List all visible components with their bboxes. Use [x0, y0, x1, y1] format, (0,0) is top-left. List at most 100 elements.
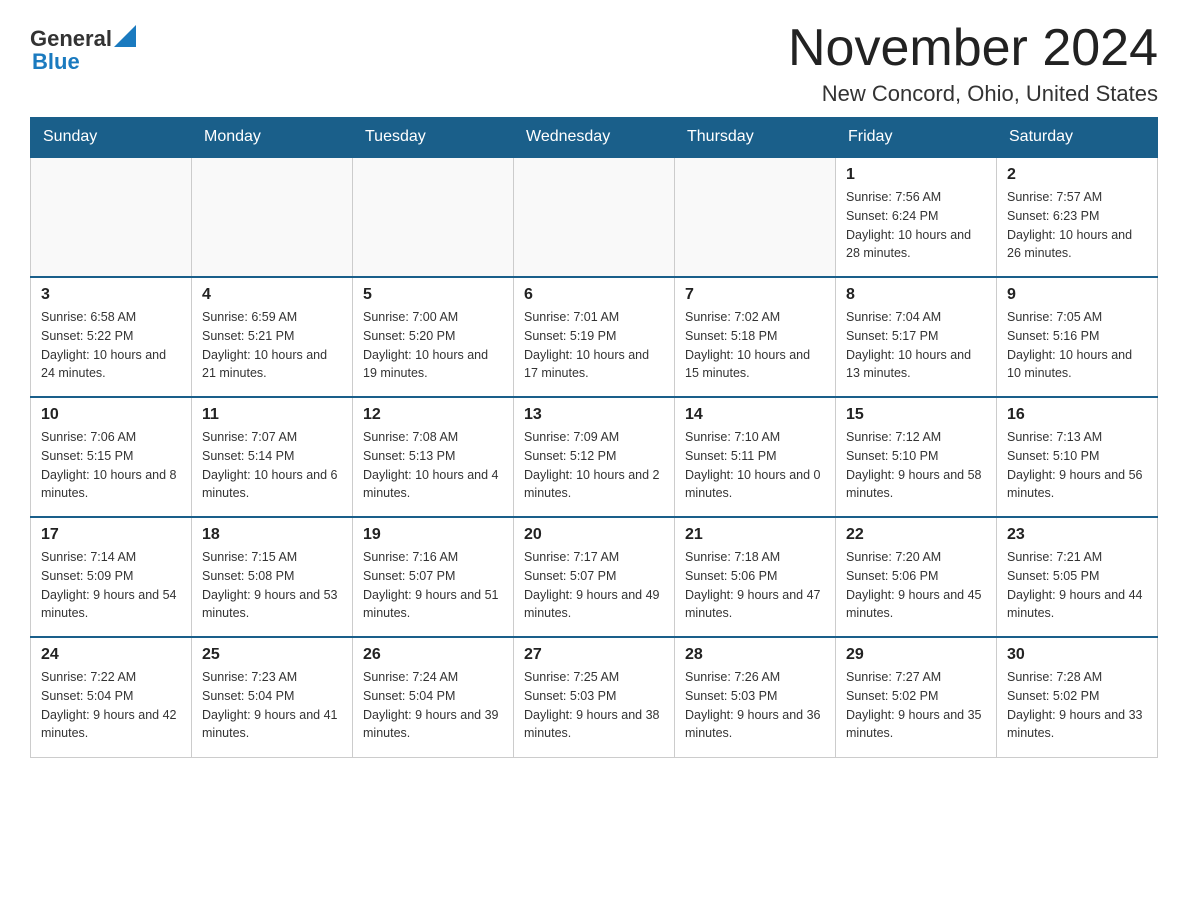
calendar-cell: 3 Sunrise: 6:58 AMSunset: 5:22 PMDaylight… — [31, 277, 192, 397]
day-info: Sunrise: 7:26 AMSunset: 5:03 PMDaylight:… — [685, 668, 825, 743]
day-number: 17 — [41, 526, 181, 544]
calendar-cell: 23 Sunrise: 7:21 AMSunset: 5:05 PMDayligh… — [997, 517, 1158, 637]
day-number: 27 — [524, 646, 664, 664]
day-number: 14 — [685, 406, 825, 424]
calendar-cell: 11 Sunrise: 7:07 AMSunset: 5:14 PMDayligh… — [192, 397, 353, 517]
day-number: 26 — [363, 646, 503, 664]
day-info: Sunrise: 7:21 AMSunset: 5:05 PMDaylight:… — [1007, 548, 1147, 623]
calendar-cell: 22 Sunrise: 7:20 AMSunset: 5:06 PMDayligh… — [836, 517, 997, 637]
day-info: Sunrise: 7:18 AMSunset: 5:06 PMDaylight:… — [685, 548, 825, 623]
day-info: Sunrise: 7:20 AMSunset: 5:06 PMDaylight:… — [846, 548, 986, 623]
calendar-header-row: SundayMondayTuesdayWednesdayThursdayFrid… — [31, 118, 1158, 158]
header-friday: Friday — [836, 118, 997, 158]
calendar-cell: 20 Sunrise: 7:17 AMSunset: 5:07 PMDayligh… — [514, 517, 675, 637]
day-number: 29 — [846, 646, 986, 664]
week-row-2: 3 Sunrise: 6:58 AMSunset: 5:22 PMDaylight… — [31, 277, 1158, 397]
calendar-cell: 24 Sunrise: 7:22 AMSunset: 5:04 PMDayligh… — [31, 637, 192, 757]
calendar-cell — [675, 157, 836, 277]
day-number: 22 — [846, 526, 986, 544]
day-number: 10 — [41, 406, 181, 424]
location-subtitle: New Concord, Ohio, United States — [788, 81, 1158, 107]
day-number: 20 — [524, 526, 664, 544]
day-info: Sunrise: 7:56 AMSunset: 6:24 PMDaylight:… — [846, 188, 986, 263]
week-row-1: 1 Sunrise: 7:56 AMSunset: 6:24 PMDaylight… — [31, 157, 1158, 277]
calendar-cell: 26 Sunrise: 7:24 AMSunset: 5:04 PMDayligh… — [353, 637, 514, 757]
day-number: 30 — [1007, 646, 1147, 664]
calendar-table: SundayMondayTuesdayWednesdayThursdayFrid… — [30, 117, 1158, 758]
day-number: 16 — [1007, 406, 1147, 424]
day-info: Sunrise: 7:24 AMSunset: 5:04 PMDaylight:… — [363, 668, 503, 743]
day-number: 3 — [41, 286, 181, 304]
day-number: 5 — [363, 286, 503, 304]
calendar-cell: 2Sunrise: 7:57 AMSunset: 6:23 PMDaylight… — [997, 157, 1158, 277]
calendar-cell — [353, 157, 514, 277]
calendar-cell: 28 Sunrise: 7:26 AMSunset: 5:03 PMDayligh… — [675, 637, 836, 757]
day-number: 7 — [685, 286, 825, 304]
week-row-5: 24 Sunrise: 7:22 AMSunset: 5:04 PMDayligh… — [31, 637, 1158, 757]
calendar-cell: 25Sunrise: 7:23 AMSunset: 5:04 PMDayligh… — [192, 637, 353, 757]
day-info: Sunrise: 7:15 AMSunset: 5:08 PMDaylight:… — [202, 548, 342, 623]
header-wednesday: Wednesday — [514, 118, 675, 158]
calendar-cell: 13Sunrise: 7:09 AMSunset: 5:12 PMDayligh… — [514, 397, 675, 517]
calendar-title: November 2024 — [788, 20, 1158, 77]
calendar-cell — [192, 157, 353, 277]
day-info: Sunrise: 7:08 AMSunset: 5:13 PMDaylight:… — [363, 428, 503, 503]
calendar-cell: 8 Sunrise: 7:04 AMSunset: 5:17 PMDaylight… — [836, 277, 997, 397]
day-number: 24 — [41, 646, 181, 664]
day-number: 23 — [1007, 526, 1147, 544]
logo-blue: Blue — [32, 49, 80, 75]
calendar-cell: 27Sunrise: 7:25 AMSunset: 5:03 PMDayligh… — [514, 637, 675, 757]
calendar-cell: 30 Sunrise: 7:28 AMSunset: 5:02 PMDayligh… — [997, 637, 1158, 757]
day-number: 8 — [846, 286, 986, 304]
logo: General Blue — [30, 20, 136, 75]
calendar-cell: 10Sunrise: 7:06 AMSunset: 5:15 PMDayligh… — [31, 397, 192, 517]
day-number: 15 — [846, 406, 986, 424]
calendar-cell: 7Sunrise: 7:02 AMSunset: 5:18 PMDaylight… — [675, 277, 836, 397]
calendar-cell: 21Sunrise: 7:18 AMSunset: 5:06 PMDayligh… — [675, 517, 836, 637]
day-info: Sunrise: 7:28 AMSunset: 5:02 PMDaylight:… — [1007, 668, 1147, 743]
calendar-cell: 4 Sunrise: 6:59 AMSunset: 5:21 PMDaylight… — [192, 277, 353, 397]
day-info: Sunrise: 7:27 AMSunset: 5:02 PMDaylight:… — [846, 668, 986, 743]
calendar-cell: 14 Sunrise: 7:10 AMSunset: 5:11 PMDayligh… — [675, 397, 836, 517]
day-number: 1 — [846, 166, 986, 184]
day-info: Sunrise: 7:23 AMSunset: 5:04 PMDaylight:… — [202, 668, 342, 743]
calendar-cell — [31, 157, 192, 277]
day-info: Sunrise: 7:10 AMSunset: 5:11 PMDaylight:… — [685, 428, 825, 503]
day-info: Sunrise: 7:05 AMSunset: 5:16 PMDaylight:… — [1007, 308, 1147, 383]
header-tuesday: Tuesday — [353, 118, 514, 158]
day-info: Sunrise: 7:07 AMSunset: 5:14 PMDaylight:… — [202, 428, 342, 503]
logo-triangle-icon — [114, 25, 136, 47]
day-info: Sunrise: 7:14 AMSunset: 5:09 PMDaylight:… — [41, 548, 181, 623]
day-number: 6 — [524, 286, 664, 304]
day-info: Sunrise: 7:12 AMSunset: 5:10 PMDaylight:… — [846, 428, 986, 503]
day-number: 4 — [202, 286, 342, 304]
calendar-cell: 6Sunrise: 7:01 AMSunset: 5:19 PMDaylight… — [514, 277, 675, 397]
day-info: Sunrise: 6:58 AMSunset: 5:22 PMDaylight:… — [41, 308, 181, 383]
day-info: Sunrise: 7:00 AMSunset: 5:20 PMDaylight:… — [363, 308, 503, 383]
header-sunday: Sunday — [31, 118, 192, 158]
calendar-cell: 17 Sunrise: 7:14 AMSunset: 5:09 PMDayligh… — [31, 517, 192, 637]
day-info: Sunrise: 7:22 AMSunset: 5:04 PMDaylight:… — [41, 668, 181, 743]
header-thursday: Thursday — [675, 118, 836, 158]
day-number: 13 — [524, 406, 664, 424]
calendar-cell: 18 Sunrise: 7:15 AMSunset: 5:08 PMDayligh… — [192, 517, 353, 637]
week-row-3: 10Sunrise: 7:06 AMSunset: 5:15 PMDayligh… — [31, 397, 1158, 517]
day-number: 18 — [202, 526, 342, 544]
header-saturday: Saturday — [997, 118, 1158, 158]
day-info: Sunrise: 7:57 AMSunset: 6:23 PMDaylight:… — [1007, 188, 1147, 263]
calendar-cell: 16 Sunrise: 7:13 AMSunset: 5:10 PMDayligh… — [997, 397, 1158, 517]
day-info: Sunrise: 7:13 AMSunset: 5:10 PMDaylight:… — [1007, 428, 1147, 503]
day-number: 28 — [685, 646, 825, 664]
day-info: Sunrise: 7:17 AMSunset: 5:07 PMDaylight:… — [524, 548, 664, 623]
day-info: Sunrise: 7:04 AMSunset: 5:17 PMDaylight:… — [846, 308, 986, 383]
calendar-cell: 15 Sunrise: 7:12 AMSunset: 5:10 PMDayligh… — [836, 397, 997, 517]
page-header: General Blue November 2024 New Concord, … — [30, 20, 1158, 107]
calendar-cell: 5 Sunrise: 7:00 AMSunset: 5:20 PMDaylight… — [353, 277, 514, 397]
day-number: 9 — [1007, 286, 1147, 304]
calendar-cell: 12Sunrise: 7:08 AMSunset: 5:13 PMDayligh… — [353, 397, 514, 517]
day-number: 19 — [363, 526, 503, 544]
header-monday: Monday — [192, 118, 353, 158]
day-info: Sunrise: 6:59 AMSunset: 5:21 PMDaylight:… — [202, 308, 342, 383]
day-number: 11 — [202, 406, 342, 424]
calendar-cell: 1 Sunrise: 7:56 AMSunset: 6:24 PMDaylight… — [836, 157, 997, 277]
